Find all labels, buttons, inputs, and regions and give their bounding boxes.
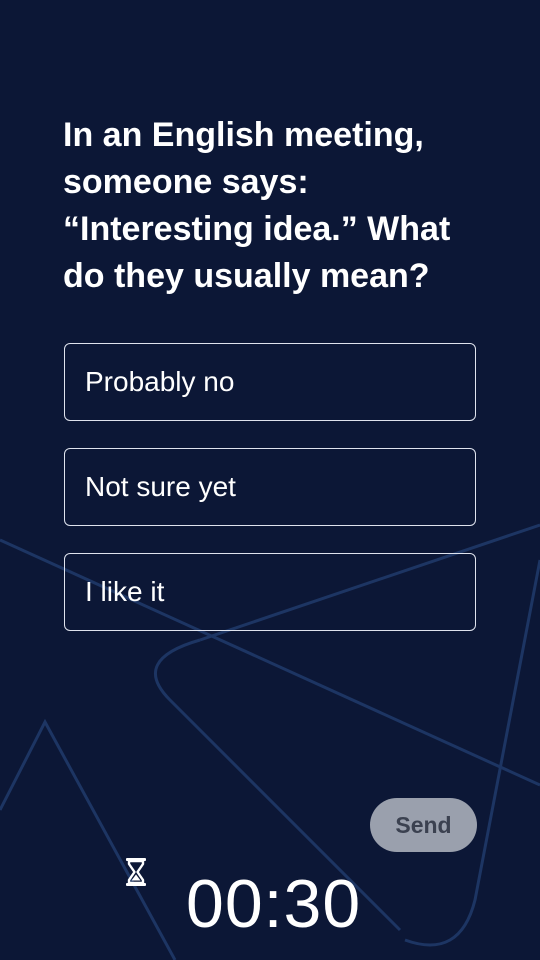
question-text: In an English meeting, someone says: “In…	[63, 116, 451, 295]
hourglass-icon	[126, 858, 146, 886]
option-probably-no[interactable]: Probably no	[64, 343, 476, 421]
option-not-sure-yet[interactable]: Not sure yet	[64, 448, 476, 526]
send-button[interactable]: Send	[370, 798, 477, 852]
option-i-like-it[interactable]: I like it	[64, 553, 476, 631]
countdown-timer: 00:30	[186, 866, 362, 942]
answer-options: Probably no Not sure yet I like it	[64, 343, 476, 658]
